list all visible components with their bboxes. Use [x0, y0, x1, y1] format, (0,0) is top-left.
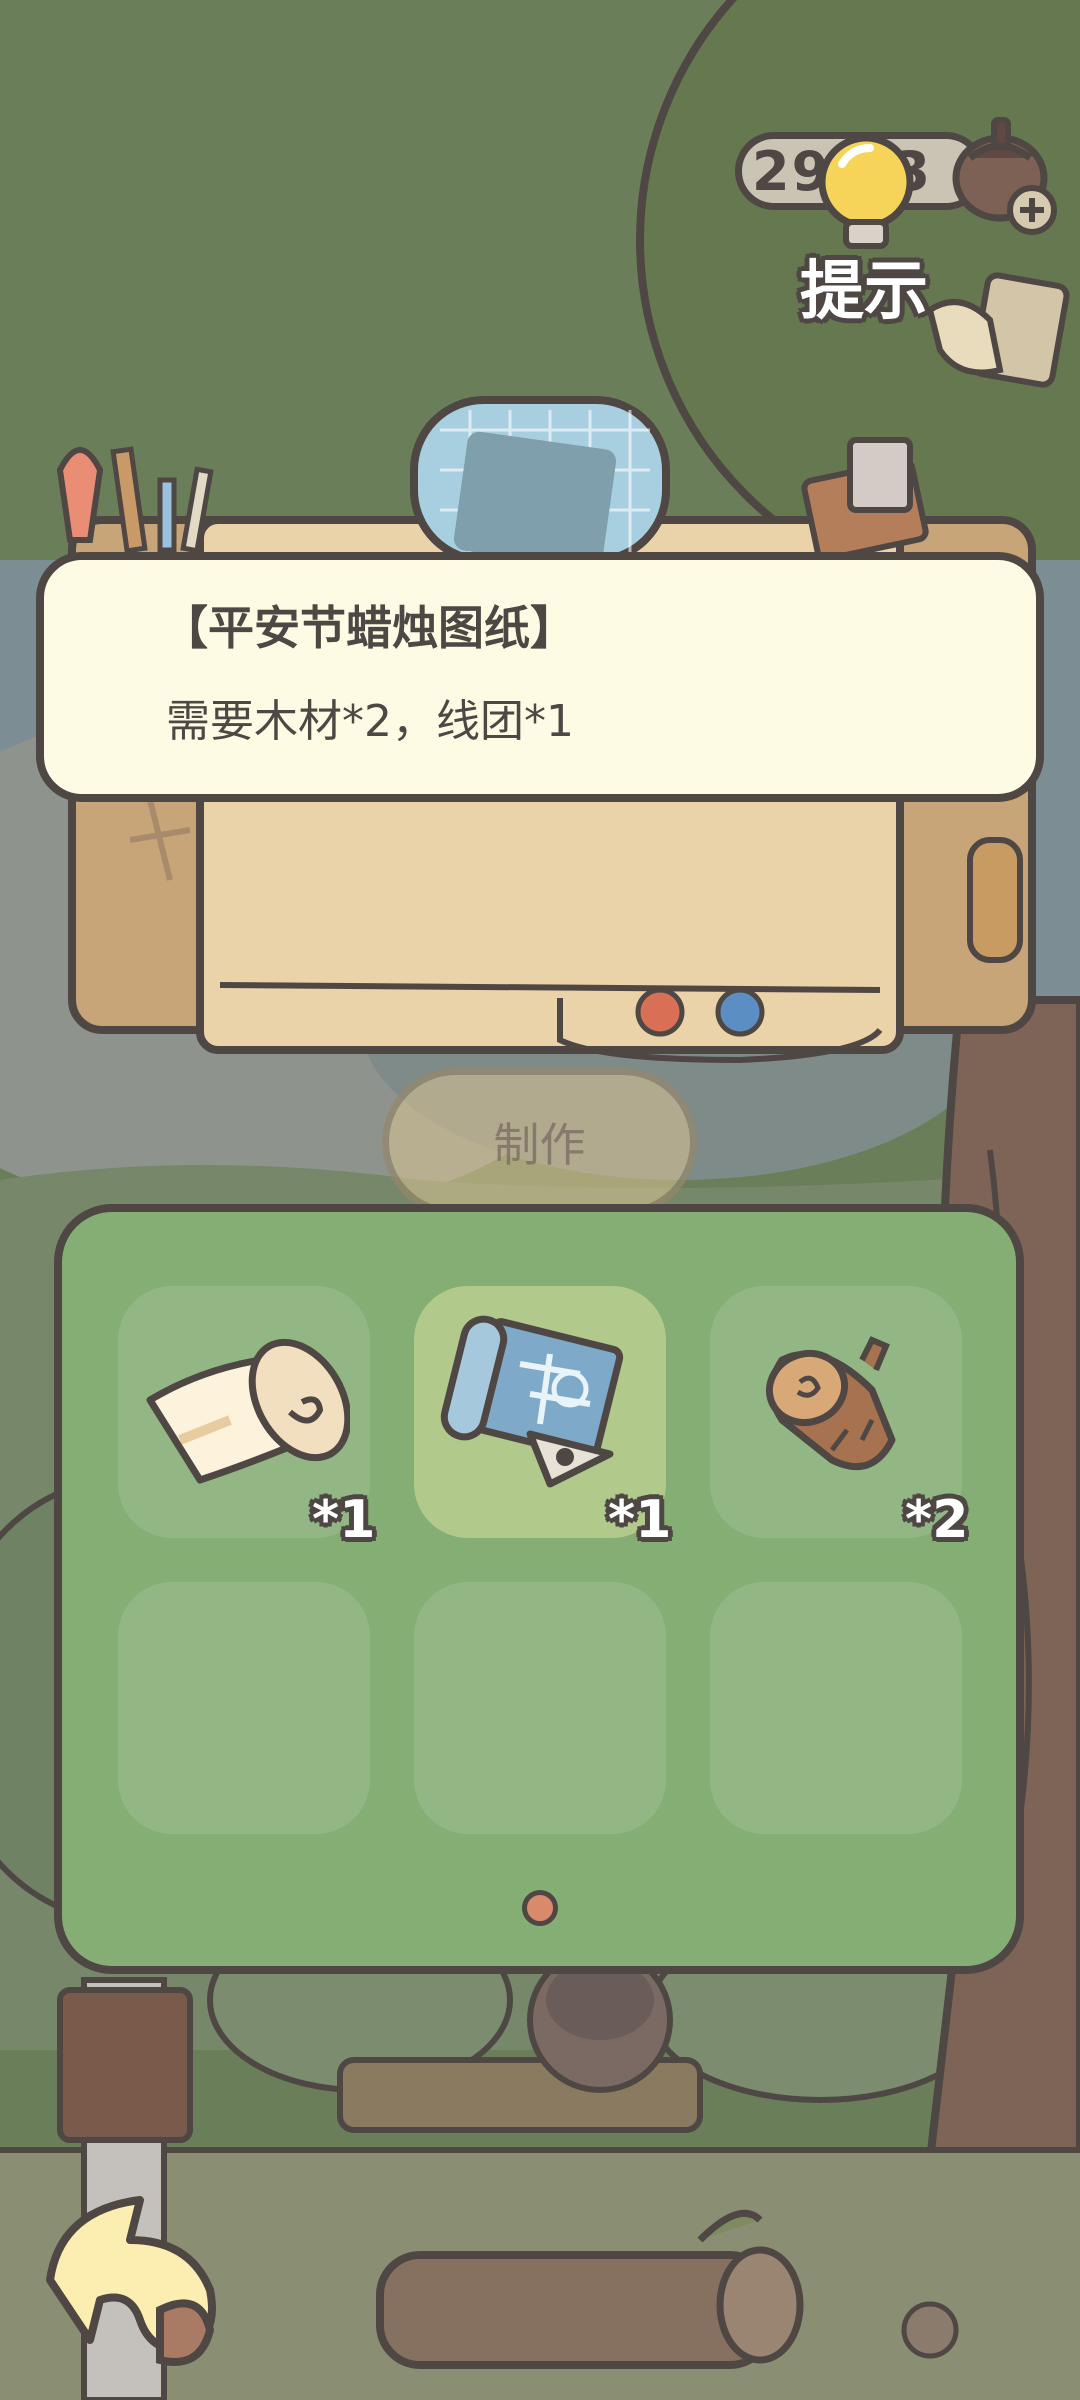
craft-button[interactable]: 制作 [382, 1068, 697, 1216]
inventory-slot-6[interactable] [710, 1582, 962, 1834]
slot-2-quantity: *1 [608, 1490, 672, 1550]
blueprint-icon [440, 1315, 624, 1488]
blueprint-title: 【平安节蜡烛图纸】 [162, 601, 576, 655]
hint-button-label[interactable]: 提示 [800, 252, 928, 332]
blueprint-info-popup [36, 552, 1044, 802]
back-arrow-icon[interactable] [30, 2170, 240, 2370]
wood-log-icon [765, 1336, 896, 1471]
blueprint-requirement: 需要木材*2，线团*1 [166, 696, 574, 747]
craft-button-label: 制作 [493, 1118, 586, 1172]
slot-1-quantity: *1 [312, 1490, 376, 1550]
paper-scroll-icon [146, 1338, 350, 1484]
lightbulb-icon[interactable] [812, 132, 920, 256]
acorn-icon[interactable] [950, 110, 1060, 240]
page-indicator-dot [522, 1890, 558, 1926]
inventory-slot-5[interactable] [414, 1582, 666, 1834]
slot-3-quantity: *2 [905, 1490, 969, 1550]
inventory-slot-4[interactable] [118, 1582, 370, 1834]
